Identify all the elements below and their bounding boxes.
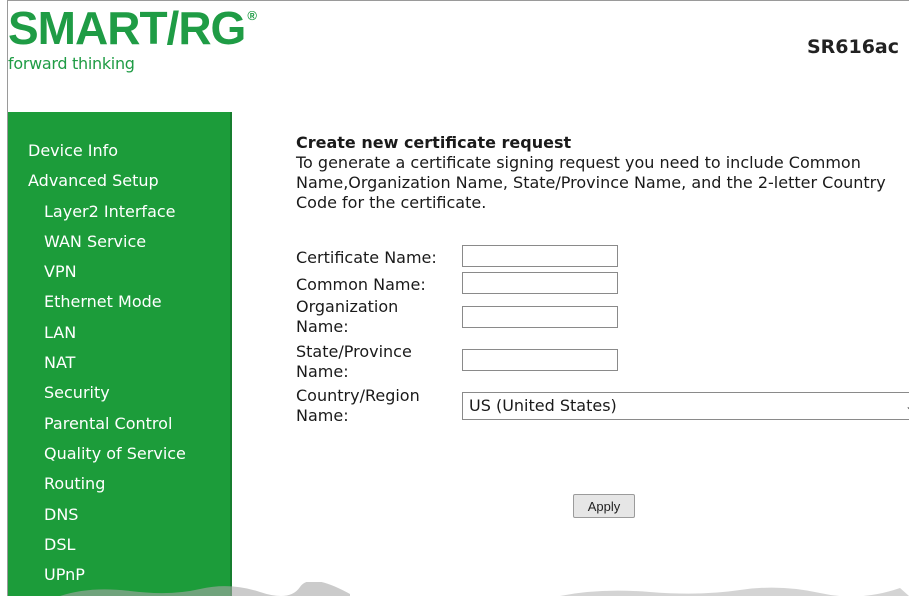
- sidebar-item-routing[interactable]: Routing: [8, 469, 230, 499]
- frame-top-border: [7, 0, 909, 1]
- organization-name-label: Organization Name:: [296, 297, 399, 336]
- certificate-name-input[interactable]: [462, 245, 618, 267]
- sidebar-item-vpn[interactable]: VPN: [8, 257, 230, 287]
- sidebar-item-upnp[interactable]: UPnP: [8, 560, 230, 590]
- sidebar-nav: Device Info Advanced Setup Layer2 Interfac…: [8, 112, 232, 596]
- sidebar-item-dns[interactable]: DNS: [8, 500, 230, 530]
- sidebar-item-ethernet-mode[interactable]: Ethernet Mode: [8, 287, 230, 317]
- sidebar-item-security[interactable]: Security: [8, 378, 230, 408]
- sidebar-item-device-info[interactable]: Device Info: [8, 136, 230, 166]
- state-name-input[interactable]: [462, 349, 618, 371]
- sidebar-item-dsl[interactable]: DSL: [8, 530, 230, 560]
- sidebar-item-nat[interactable]: NAT: [8, 348, 230, 378]
- certificate-name-label: Certificate Name:: [296, 248, 437, 267]
- apply-button[interactable]: Apply: [573, 494, 635, 518]
- form-description: To generate a certificate signing reques…: [296, 153, 886, 212]
- chevron-down-icon: ⌄: [905, 393, 909, 419]
- logo-registered-mark: ®: [247, 8, 257, 23]
- logo-tagline: forward thinking: [8, 54, 135, 73]
- state-name-label: State/Province Name:: [296, 342, 412, 381]
- logo-text: SMART/RG: [8, 2, 246, 54]
- sidebar-item-parental-control[interactable]: Parental Control: [8, 409, 230, 439]
- common-name-input[interactable]: [462, 272, 618, 294]
- sidebar-item-lan[interactable]: LAN: [8, 318, 230, 348]
- common-name-label: Common Name:: [296, 275, 426, 294]
- country-select-value: US (United States): [469, 396, 617, 415]
- country-name-label: Country/Region Name:: [296, 386, 420, 425]
- sidebar-item-advanced-setup[interactable]: Advanced Setup: [8, 166, 230, 196]
- smartrg-logo: SMART/RG ® forward thinking: [8, 2, 257, 73]
- sidebar-item-layer2-interface[interactable]: Layer2 Interface: [8, 197, 230, 227]
- main-content: Create new certificate request To genera…: [296, 133, 909, 425]
- country-select[interactable]: US (United States) ⌄: [462, 392, 909, 420]
- sidebar-item-quality-of-service[interactable]: Quality of Service: [8, 439, 230, 469]
- sidebar-menu: Device Info Advanced Setup Layer2 Interfac…: [8, 112, 230, 590]
- organization-name-input[interactable]: [462, 306, 618, 328]
- sidebar-item-wan-service[interactable]: WAN Service: [8, 227, 230, 257]
- model-name: SR616ac: [806, 36, 899, 58]
- form-title: Create new certificate request: [296, 133, 572, 152]
